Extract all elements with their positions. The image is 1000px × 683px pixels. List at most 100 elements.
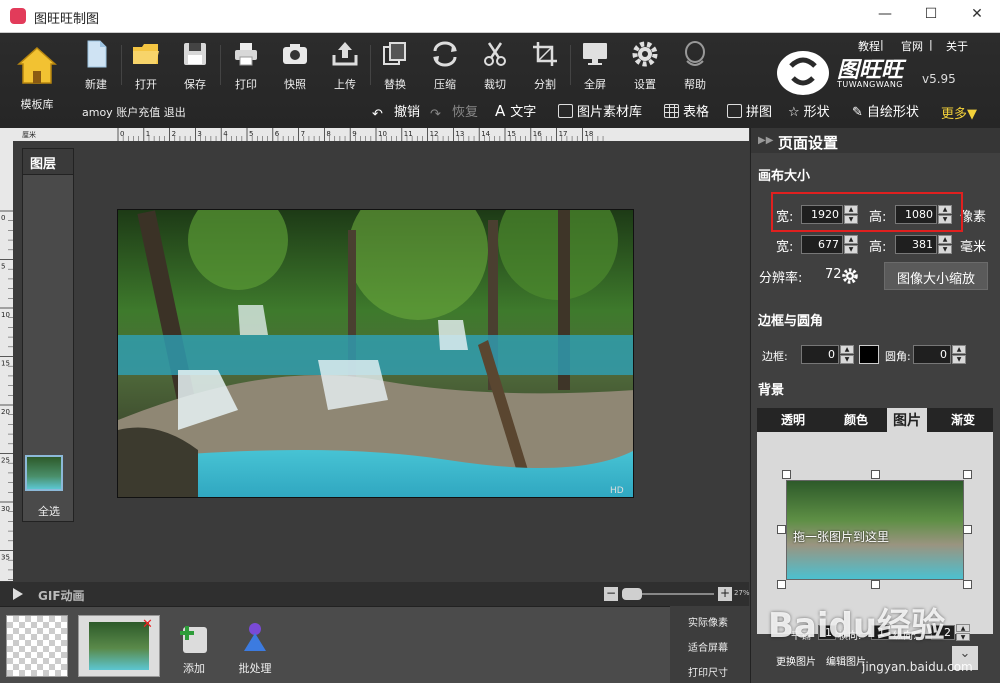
print-button[interactable]: 打印 xyxy=(224,39,268,92)
resize-handle[interactable] xyxy=(871,470,880,479)
compress-icon xyxy=(433,41,457,67)
fullscreen-button[interactable]: 全屏 xyxy=(573,39,617,92)
resize-handle[interactable] xyxy=(871,580,880,589)
settings-button[interactable]: 设置 xyxy=(623,39,667,92)
border-stepper[interactable]: ▲ ▼ xyxy=(840,345,854,364)
title-bar: 图旺旺制图 — ☐ ✕ xyxy=(0,0,1000,33)
vertical-ruler: 0 5 10 15 20 25 30 35 xyxy=(0,141,13,581)
vertical-spacing-stepper[interactable]: ▲ ▼ xyxy=(956,624,970,643)
toolbar-divider xyxy=(570,45,571,85)
tab-transparent[interactable]: 透明 xyxy=(781,411,805,428)
image-resize-button[interactable]: 图像大小缩放 xyxy=(884,262,988,290)
upload-button[interactable]: 上传 xyxy=(323,39,367,92)
tab-gradient[interactable]: 渐变 xyxy=(951,411,975,428)
gif-animation-label[interactable]: GIF动画 xyxy=(38,587,85,604)
print-label: 打印 xyxy=(235,78,257,91)
open-button[interactable]: 打开 xyxy=(124,39,168,92)
width-mm-stepper[interactable]: ▲ ▼ xyxy=(844,235,858,254)
photo-watermark: HD xyxy=(610,486,624,496)
status-bar: GIF动画 − + 27% xyxy=(0,582,750,606)
logout-link[interactable]: 退出 xyxy=(164,106,186,119)
watermark-url: jingyan.baidu.com xyxy=(862,660,973,674)
height-mm-input[interactable]: 381 xyxy=(895,235,937,254)
width-mm-input[interactable]: 677 xyxy=(801,235,843,254)
delete-frame-icon[interactable]: ✕ xyxy=(142,617,153,632)
replace-button[interactable]: 替换 xyxy=(373,39,417,92)
ruler-tick-label: 9 xyxy=(352,130,356,138)
maximize-button[interactable]: ☐ xyxy=(916,6,946,26)
layer-thumbnail[interactable] xyxy=(25,455,63,491)
panel-title: 页面设置 xyxy=(778,134,839,152)
custom-shape-button[interactable]: ✎ 自绘形状 xyxy=(852,101,919,121)
ruler-tick-label: 15 xyxy=(507,130,516,138)
fit-screen-button[interactable]: 适合屏幕 xyxy=(688,639,728,654)
shape-tool-button[interactable]: ☆ 形状 xyxy=(788,101,830,121)
blank-frame-thumbnail[interactable] xyxy=(6,615,68,677)
zoom-out-button[interactable]: − xyxy=(604,587,618,601)
more-button[interactable]: 更多▼ xyxy=(941,103,977,122)
ruler-tick-label: 1 xyxy=(146,130,150,138)
minimize-button[interactable]: — xyxy=(870,6,900,26)
collage-tool-button[interactable]: 拼图 xyxy=(727,101,772,121)
edit-image-button[interactable]: 编辑图片 xyxy=(826,653,866,668)
ruler-tick-label: 12 xyxy=(430,130,439,138)
resize-handle[interactable] xyxy=(963,580,972,589)
print-size-button[interactable]: 打印尺寸 xyxy=(688,664,728,679)
change-image-button[interactable]: 更换图片 xyxy=(776,653,816,668)
resize-handle[interactable] xyxy=(777,525,786,534)
ruler-tick-label: 0 xyxy=(120,130,124,138)
resolution-value: 72 xyxy=(825,267,842,282)
radius-input[interactable]: 0 xyxy=(913,345,951,364)
actual-pixels-button[interactable]: 实际像素 xyxy=(688,614,728,629)
canvas-size-title: 画布大小 xyxy=(758,169,811,184)
image-library-button[interactable]: 图片素材库 xyxy=(558,101,642,121)
cut-button[interactable]: 裁切 xyxy=(473,39,517,92)
resize-handle[interactable] xyxy=(777,580,786,589)
batch-button[interactable]: 批处理 xyxy=(235,621,275,676)
resize-handle[interactable] xyxy=(963,525,972,534)
radius-stepper[interactable]: ▲ ▼ xyxy=(952,345,966,364)
border-color-swatch[interactable] xyxy=(859,345,879,364)
template-library-button[interactable]: 模板库 xyxy=(12,45,62,112)
compress-label: 压缩 xyxy=(434,78,456,91)
height-mm-stepper[interactable]: ▲ ▼ xyxy=(938,235,952,254)
zoom-slider-handle[interactable] xyxy=(622,588,642,600)
compress-button[interactable]: 压缩 xyxy=(423,39,467,92)
snapshot-button[interactable]: 快照 xyxy=(273,39,317,92)
undo-button[interactable]: ↶ 撤销 xyxy=(372,101,420,122)
resize-handle[interactable] xyxy=(782,470,791,479)
save-button[interactable]: 保存 xyxy=(173,39,217,92)
resize-handle[interactable] xyxy=(963,470,972,479)
add-button[interactable]: 添加 xyxy=(174,621,214,676)
table-tool-label: 表格 xyxy=(683,105,710,120)
ruler-tick-label: 18 xyxy=(584,130,593,138)
new-button[interactable]: 新建 xyxy=(74,39,118,92)
redo-label: 恢复 xyxy=(452,105,479,120)
version-label: v5.95 xyxy=(922,72,956,86)
help-button[interactable]: 帮助 xyxy=(673,39,717,92)
collapse-arrow-icon[interactable]: ▶▶ xyxy=(758,135,773,146)
image-library-label: 图片素材库 xyxy=(577,105,643,120)
text-tool-button[interactable]: A 文字 xyxy=(495,101,536,121)
tab-color[interactable]: 颜色 xyxy=(844,411,868,428)
template-library-label: 模板库 xyxy=(20,98,54,111)
canvas-image[interactable]: HD xyxy=(117,209,634,498)
play-icon[interactable] xyxy=(12,588,24,600)
tab-image[interactable]: 图片 xyxy=(887,408,927,432)
gear-icon[interactable] xyxy=(841,267,859,285)
zoom-in-button[interactable]: + xyxy=(718,587,732,601)
split-button[interactable]: 分割 xyxy=(523,39,567,92)
select-all-button[interactable]: 全选 xyxy=(38,503,60,519)
table-icon xyxy=(664,104,679,118)
highlight-annotation xyxy=(771,192,963,232)
table-tool-button[interactable]: 表格 xyxy=(664,101,709,121)
border-input[interactable]: 0 xyxy=(801,345,839,364)
recharge-link[interactable]: 账户充值 xyxy=(116,106,160,119)
main-toolbar: 模板库 新建 打开 保存 打印 快照 上传 替换 压缩 裁切 分割 全屏 设置 … xyxy=(0,33,1000,128)
monitor-icon xyxy=(583,43,607,65)
redo-button[interactable]: ↷ 恢复 xyxy=(430,101,479,122)
close-button[interactable]: ✕ xyxy=(962,6,992,26)
pen-icon: ✎ xyxy=(852,105,863,120)
printer-icon xyxy=(235,43,257,66)
radius-label: 圆角: xyxy=(885,350,911,363)
